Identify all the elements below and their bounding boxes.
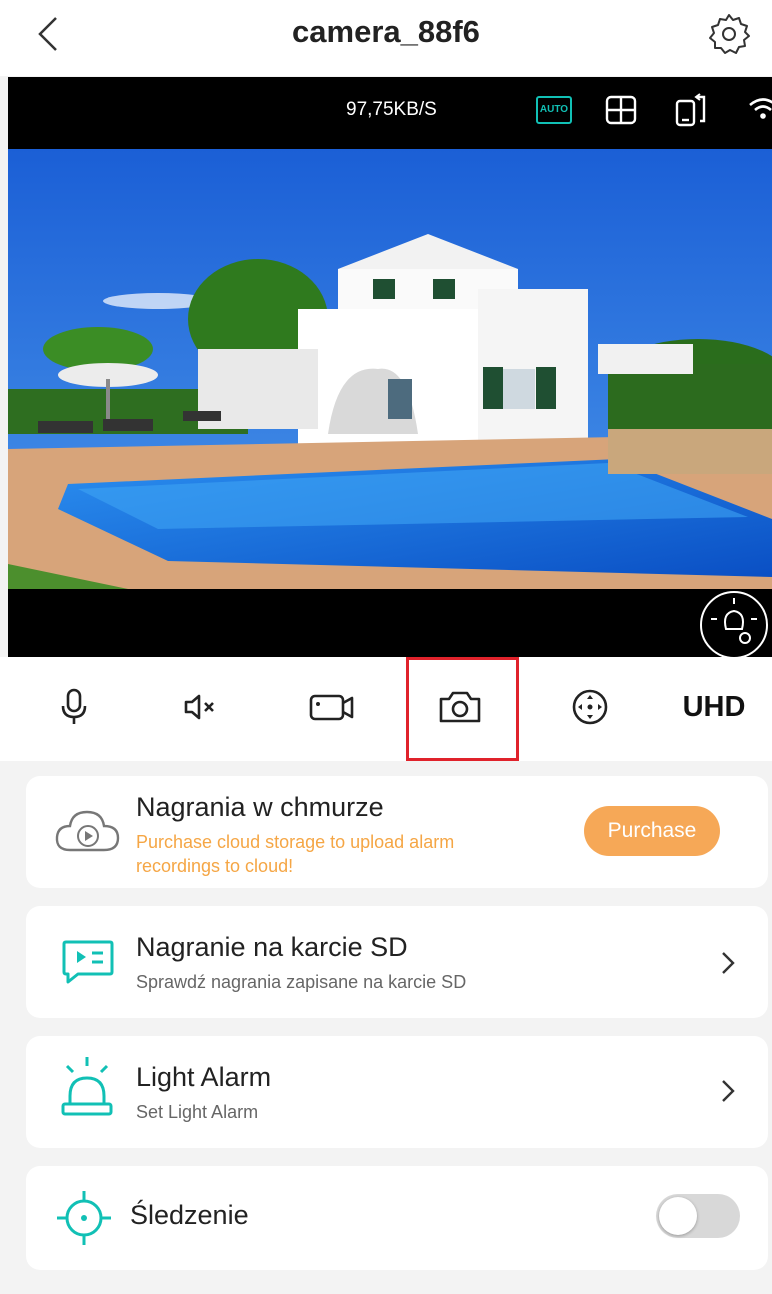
grid-icon[interactable]: [604, 93, 638, 127]
ptz-direction-icon: [572, 689, 608, 725]
sd-title: Nagranie na karcie SD: [136, 932, 408, 962]
light-settings-button[interactable]: [698, 589, 770, 657]
microphone-button[interactable]: [44, 677, 104, 737]
mute-button[interactable]: [170, 677, 230, 737]
live-video-panel[interactable]: 97,75KB/S AUTO: [8, 77, 772, 657]
camera-frame-image: [8, 149, 772, 589]
page-title: camera_88f6: [292, 14, 480, 49]
crosshair-icon: [57, 1191, 111, 1245]
tracking-title: Śledzenie: [130, 1200, 249, 1230]
chevron-right-icon[interactable]: [716, 948, 740, 978]
wifi-icon: [749, 98, 772, 119]
microphone-icon: [61, 688, 87, 724]
light-settings-icon: [700, 591, 768, 657]
purchase-button[interactable]: Purchase: [584, 806, 720, 856]
cloud-play-icon: [55, 810, 120, 852]
quality-button[interactable]: UHD: [674, 677, 754, 737]
top-bar: camera_88f6: [0, 0, 772, 76]
snapshot-highlight-box: [406, 657, 519, 761]
toggle-knob: [659, 1197, 697, 1235]
sd-playback-icon: [62, 940, 114, 984]
speaker-muted-icon: [184, 694, 214, 720]
cloud-recordings-card[interactable]: Nagrania w chmurze Purchase cloud storag…: [26, 776, 768, 888]
sd-recordings-card[interactable]: Nagranie na karcie SD Sprawdź nagrania z…: [26, 906, 768, 1018]
cloud-title: Nagrania w chmurze: [136, 792, 384, 822]
light-alarm-title: Light Alarm: [136, 1062, 272, 1092]
alarm-light-icon: [61, 1057, 113, 1116]
gear-icon: [709, 14, 750, 54]
video-record-icon: [309, 694, 354, 721]
bitrate-readout: 97,75KB/S: [346, 99, 437, 120]
tracking-toggle[interactable]: [656, 1194, 740, 1238]
sd-subtitle: Sprawdź nagrania zapisane na karcie SD: [136, 972, 467, 992]
settings-button[interactable]: [706, 11, 752, 57]
screen-rotate-icon[interactable]: [674, 93, 708, 127]
control-bar: UHD: [0, 657, 772, 761]
chevron-right-icon[interactable]: [716, 1076, 740, 1106]
ptz-button[interactable]: [560, 677, 620, 737]
tracking-card: Śledzenie: [26, 1166, 768, 1270]
cloud-warning-text: Purchase cloud storage to upload alarm r…: [136, 832, 455, 876]
video-toolbar: 97,75KB/S AUTO: [8, 77, 772, 149]
record-button[interactable]: [302, 677, 362, 737]
light-alarm-card[interactable]: Light Alarm Set Light Alarm: [26, 1036, 768, 1148]
light-alarm-subtitle: Set Light Alarm: [136, 1102, 259, 1122]
auto-quality-icon[interactable]: AUTO: [536, 96, 572, 124]
